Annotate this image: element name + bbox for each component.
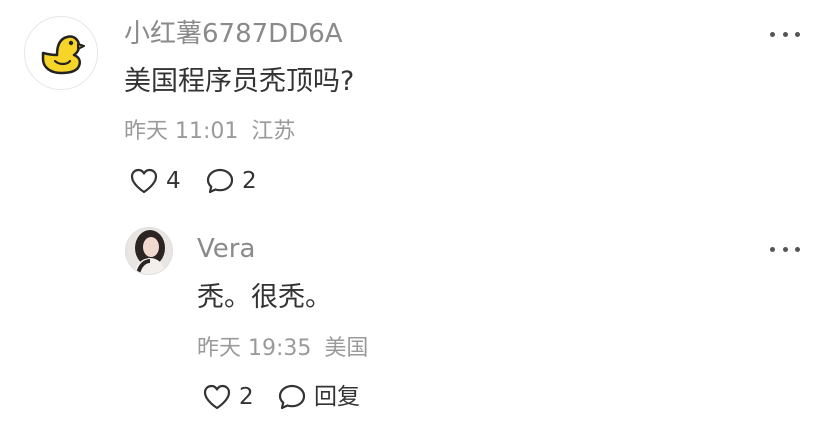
more-horizontal-icon xyxy=(770,246,775,252)
reply-text: 秃。很秃。 xyxy=(197,282,332,313)
reply-label: 回复 xyxy=(314,383,360,410)
profile-photo-icon xyxy=(126,228,172,274)
reply-button[interactable]: 回复 xyxy=(278,384,360,410)
reply-username[interactable]: Vera xyxy=(197,236,255,262)
more-options-button[interactable] xyxy=(770,244,800,254)
like-button[interactable]: 2 xyxy=(203,384,254,410)
reply-location: 美国 xyxy=(324,336,369,361)
reply-meta: 昨天 19:35 美国 xyxy=(197,338,368,360)
avatar[interactable] xyxy=(125,227,173,275)
like-count: 2 xyxy=(239,383,254,410)
heart-outline-icon xyxy=(203,384,231,410)
speech-bubble-icon xyxy=(278,384,306,410)
reply-item: Vera 秃。很秃。 昨天 19:35 美国 2 回复 xyxy=(0,0,832,428)
reply-time: 昨天 19:35 xyxy=(197,336,312,361)
